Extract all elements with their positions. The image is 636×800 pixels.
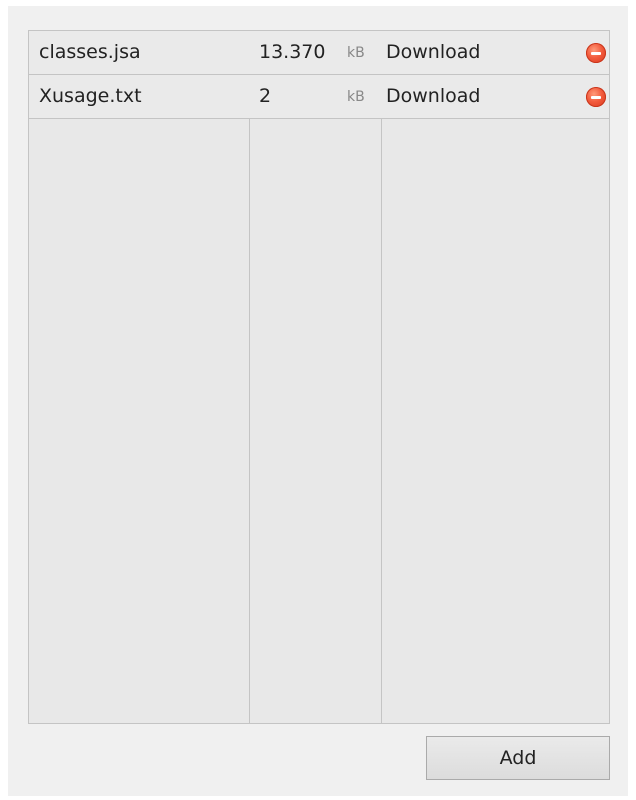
download-link[interactable]: Download <box>386 75 480 118</box>
remove-circle-icon[interactable] <box>586 87 606 107</box>
table-row: Xusage.txt 2 kB Download <box>29 75 609 119</box>
add-button[interactable]: Add <box>426 736 610 780</box>
file-table: classes.jsa 13.370 kB Download Xusage.tx… <box>28 30 610 724</box>
file-size: 2 <box>259 85 272 107</box>
column-divider <box>249 31 250 723</box>
file-size-unit: kB <box>347 45 365 61</box>
file-size-unit: kB <box>347 89 365 105</box>
column-divider <box>381 31 382 723</box>
file-name: classes.jsa <box>39 41 141 63</box>
file-size: 13.370 <box>259 41 326 63</box>
file-name: Xusage.txt <box>39 85 142 107</box>
attachments-panel: classes.jsa 13.370 kB Download Xusage.tx… <box>8 6 628 796</box>
remove-circle-icon[interactable] <box>586 43 606 63</box>
table-row: classes.jsa 13.370 kB Download <box>29 31 609 75</box>
download-link[interactable]: Download <box>386 31 480 74</box>
